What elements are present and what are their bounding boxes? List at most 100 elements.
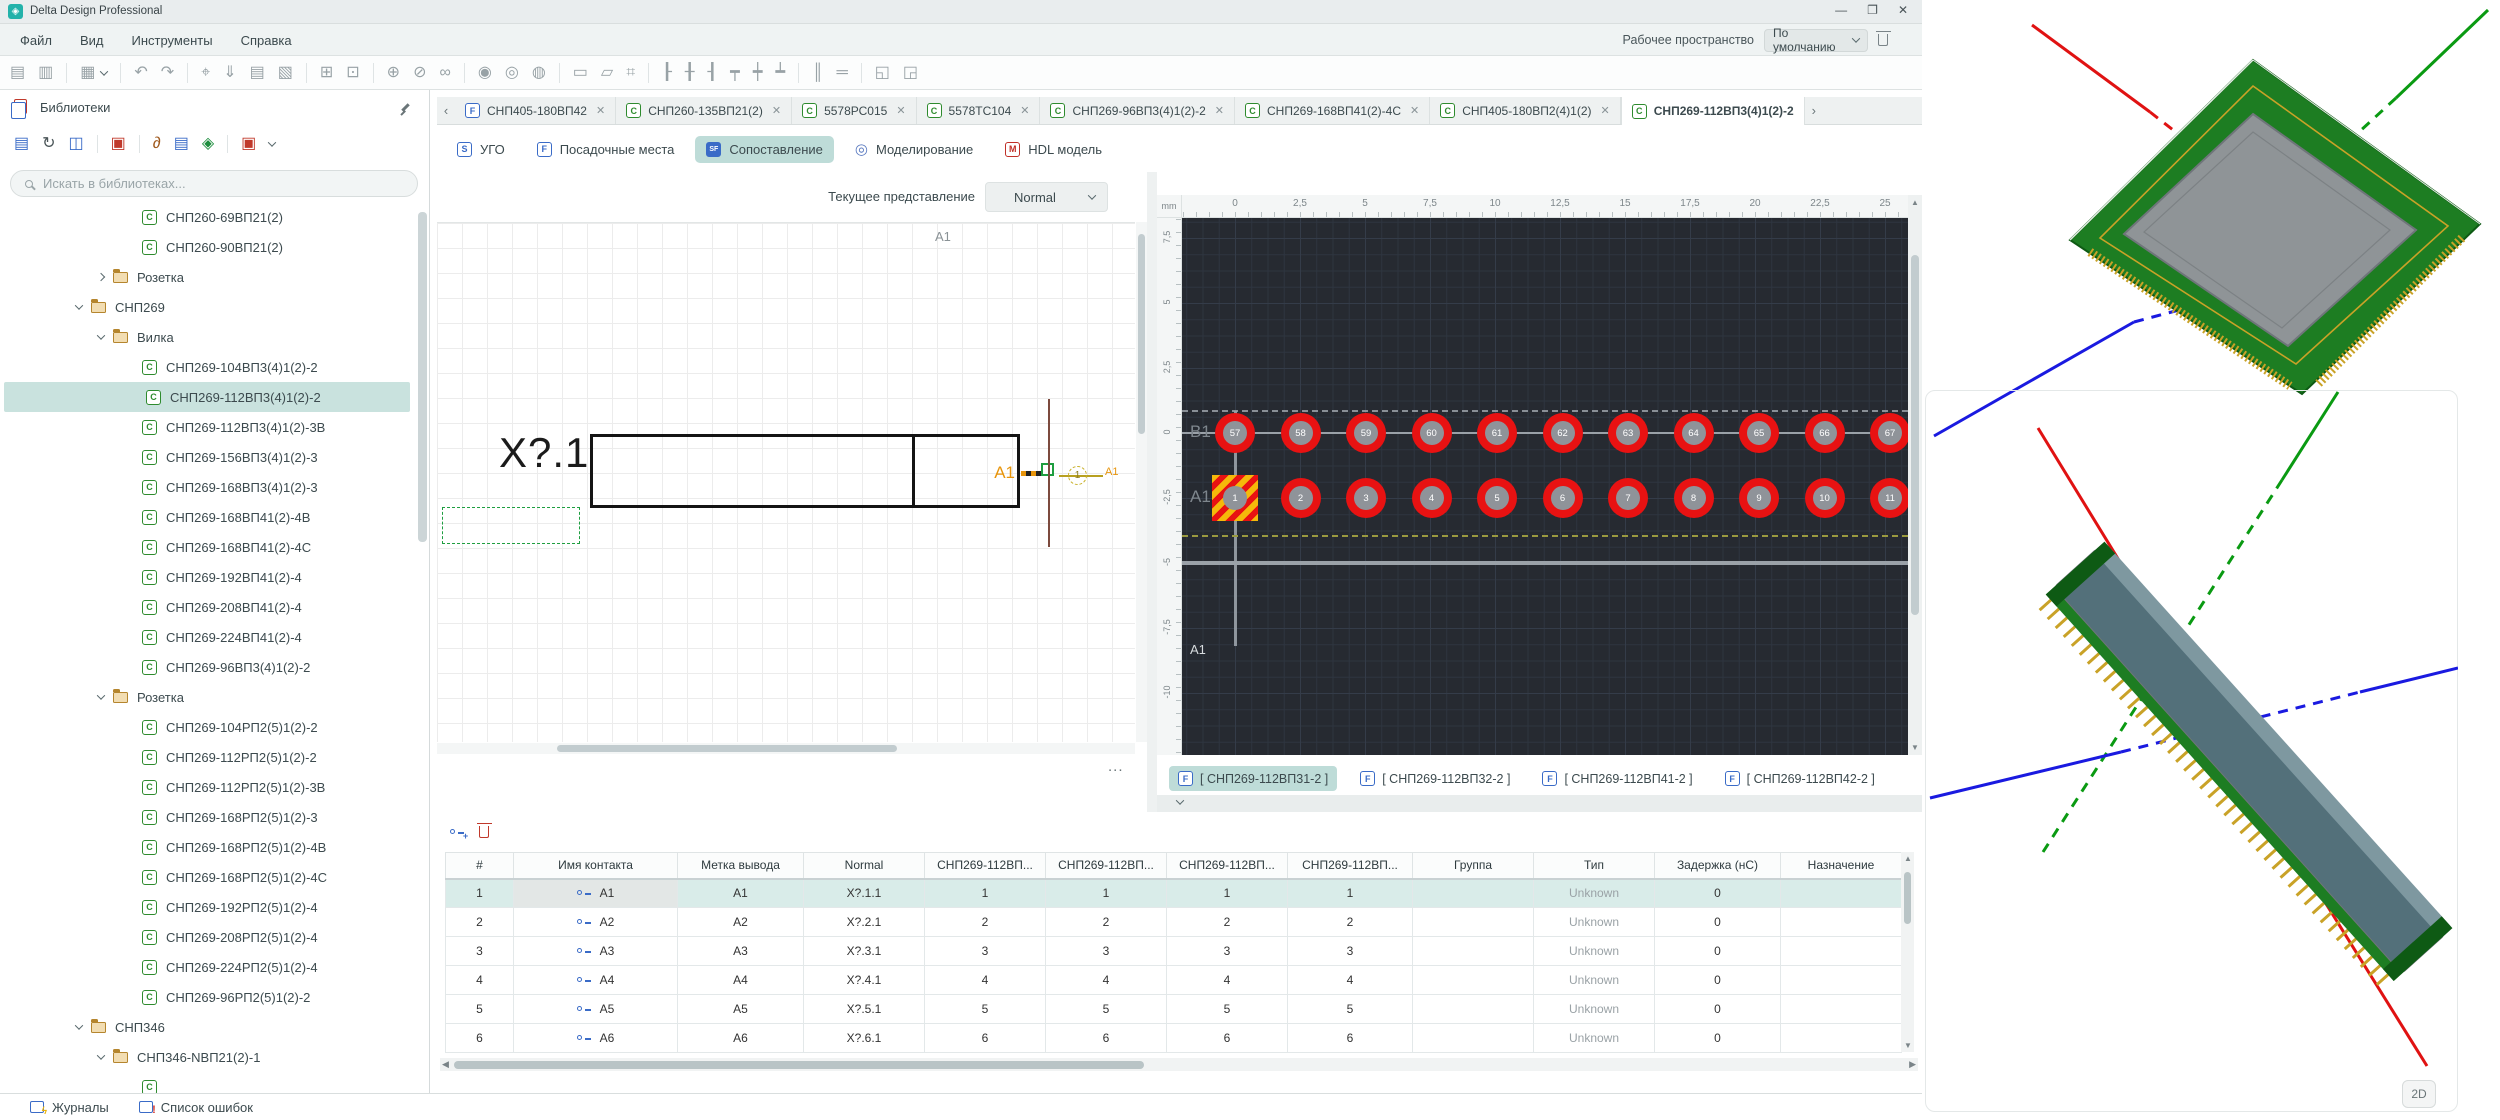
table-cell[interactable]: 3 — [1288, 937, 1413, 966]
tree-item[interactable]: CСНП269-224РП2(5)1(2)-4 — [0, 952, 414, 982]
table-cell[interactable]: Unknown — [1534, 908, 1655, 937]
link-pins-icon[interactable]: ∞ — [439, 65, 450, 81]
fp-pad[interactable]: 4 — [1412, 478, 1452, 518]
close-tab-icon[interactable]: ✕ — [596, 104, 605, 117]
fp-pad[interactable]: 60 — [1412, 413, 1452, 453]
document-tab[interactable]: FСНП405-180ВП42✕ — [455, 97, 616, 124]
pin-manager-icon[interactable]: ◈ — [202, 136, 214, 152]
tree-item[interactable]: CСНП269-168ВП41(2)-4С — [0, 532, 414, 562]
table-cell[interactable]: A2 — [678, 908, 804, 937]
table-cell[interactable]: 0 — [1655, 879, 1781, 908]
table-cell[interactable]: X?.5.1 — [804, 995, 925, 1024]
tree-item[interactable]: CСНП260-69ВП21(2) — [0, 202, 414, 232]
chevron-right-icon[interactable] — [97, 273, 105, 281]
document-tab[interactable]: CСНП269-112ВП3(4)1(2)-2 — [1621, 97, 1805, 125]
table-cell[interactable]: 6 — [1288, 1024, 1413, 1053]
document-tab[interactable]: CСНП405-180ВП2(4)1(2)✕ — [1430, 97, 1621, 124]
fp-pad[interactable]: 57 — [1215, 413, 1255, 453]
table-cell[interactable] — [1413, 908, 1534, 937]
table-column-header[interactable]: Тип — [1534, 853, 1655, 879]
table-column-header[interactable]: # — [446, 853, 514, 879]
table-cell[interactable]: A3 — [678, 937, 804, 966]
fp-pad[interactable]: 10 — [1805, 478, 1845, 518]
tree-item[interactable]: CСНП269-168РП2(5)1(2)-4В — [0, 832, 414, 862]
table-column-header[interactable]: Normal — [804, 853, 925, 879]
logs-button[interactable]: ϟ Журналы — [30, 1100, 109, 1115]
view-tab[interactable]: FПосадочные места — [526, 136, 686, 163]
fp-pad[interactable]: 62 — [1543, 413, 1583, 453]
chevron-down-icon[interactable] — [97, 1051, 105, 1059]
table-cell[interactable]: X?.4.1 — [804, 966, 925, 995]
tree-item[interactable]: C — [0, 1072, 414, 1093]
table-cell[interactable]: 6 — [1046, 1024, 1167, 1053]
tabs-scroll-left[interactable]: ‹ — [437, 97, 455, 124]
table-cell[interactable]: A5 — [514, 995, 678, 1024]
table-cell[interactable]: Unknown — [1534, 1024, 1655, 1053]
table-cell[interactable] — [1413, 995, 1534, 1024]
tree-item[interactable]: CСНП269-96ВП3(4)1(2)-2 — [0, 652, 414, 682]
table-cell[interactable]: A5 — [678, 995, 804, 1024]
tree-folder[interactable]: СНП346 — [0, 1012, 414, 1042]
footprint-tab[interactable]: F[ СНП269-112ВП31-2 ] — [1169, 766, 1337, 791]
library-scrollbar[interactable] — [418, 206, 427, 1076]
select-lasso-icon[interactable]: ▱ — [601, 65, 613, 81]
delete-workspace-icon[interactable] — [1878, 34, 1888, 46]
table-cell[interactable]: A1 — [678, 879, 804, 908]
chevron-down-icon[interactable] — [97, 691, 105, 699]
table-cell[interactable] — [1781, 966, 1902, 995]
table-cell[interactable] — [1781, 995, 1902, 1024]
table-cell[interactable]: 2 — [1046, 908, 1167, 937]
tree-item[interactable]: CСНП269-168ВП3(4)1(2)-3 — [0, 472, 414, 502]
align-right-icon[interactable]: ┨ — [708, 65, 718, 81]
view-tab[interactable]: MHDL модель — [994, 136, 1113, 163]
tree-folder[interactable]: СНП346-NВП21(2)-1 — [0, 1042, 414, 1072]
fp-pad[interactable]: 6 — [1543, 478, 1583, 518]
tree-item[interactable]: CСНП269-156ВП3(4)1(2)-3 — [0, 442, 414, 472]
document-tab[interactable]: CСНП269-96ВП3(4)1(2)-2✕ — [1040, 97, 1235, 124]
symbol-vscrollbar[interactable] — [1136, 222, 1147, 742]
table-cell[interactable]: 3 — [925, 937, 1046, 966]
table-cell[interactable]: A3 — [514, 937, 678, 966]
table-cell[interactable]: X?.3.1 — [804, 937, 925, 966]
tree-item[interactable]: CСНП269-168РП2(5)1(2)-4С — [0, 862, 414, 892]
align-top-icon[interactable]: ┯ — [730, 65, 740, 81]
fp-pad[interactable]: 66 — [1805, 413, 1845, 453]
component-table-icon[interactable]: ▦ — [80, 65, 95, 81]
table-cell[interactable]: A6 — [514, 1024, 678, 1053]
table-cell[interactable]: Unknown — [1534, 879, 1655, 908]
table-cell[interactable]: 3 — [446, 937, 514, 966]
table-row[interactable]: 5A5A5X?.5.15555Unknown0 — [446, 995, 1902, 1024]
footprint-canvas[interactable]: B1 A1 A1 5758596061626364656667123456789… — [1182, 218, 1908, 755]
collapse-bar[interactable] — [1157, 795, 1922, 812]
component-wizard-icon[interactable]: ∂ — [153, 136, 161, 152]
symbol-canvas[interactable]: A1 X?.1 A1 1 A1 — [437, 222, 1135, 742]
tree-item[interactable]: CСНП269-112ВП3(4)1(2)-2 — [4, 382, 410, 412]
table-cell[interactable]: Unknown — [1534, 937, 1655, 966]
table-cell[interactable]: 4 — [925, 966, 1046, 995]
table-vscrollbar[interactable]: ▲ ▼ — [1901, 852, 1914, 1052]
table-cell[interactable]: 2 — [925, 908, 1046, 937]
table-row[interactable]: 6A6A6X?.6.16666Unknown0 — [446, 1024, 1902, 1053]
table-cell[interactable]: 1 — [1046, 879, 1167, 908]
table-column-header[interactable]: СНП269-112ВП... — [925, 853, 1046, 879]
fp-pad[interactable]: 64 — [1674, 413, 1714, 453]
view-tab[interactable]: SFСопоставление — [695, 136, 834, 163]
select-rect-icon[interactable]: ▭ — [573, 65, 588, 81]
table-cell[interactable]: 2 — [1288, 908, 1413, 937]
refresh-icon[interactable]: ↻ — [42, 136, 55, 152]
select-grid-icon[interactable]: ⌗ — [626, 65, 635, 81]
table-cell[interactable]: 2 — [446, 908, 514, 937]
table-cell[interactable]: 3 — [1046, 937, 1167, 966]
fp-pad[interactable]: 3 — [1346, 478, 1386, 518]
table-cell[interactable]: 0 — [1655, 995, 1781, 1024]
table-row[interactable]: 4A4A4X?.4.14444Unknown0 — [446, 966, 1902, 995]
symbol-editor-icon[interactable]: ▤ — [174, 136, 189, 152]
table-cell[interactable]: A4 — [514, 966, 678, 995]
close-tab-icon[interactable]: ✕ — [772, 104, 781, 117]
fp-pad[interactable]: 65 — [1739, 413, 1779, 453]
table-cell[interactable]: 5 — [925, 995, 1046, 1024]
tree-item[interactable]: CСНП269-112РП2(5)1(2)-3В — [0, 772, 414, 802]
fp-pad[interactable]: 8 — [1674, 478, 1714, 518]
table-cell[interactable]: 4 — [1046, 966, 1167, 995]
minimize-button[interactable]: — — [1835, 3, 1847, 17]
